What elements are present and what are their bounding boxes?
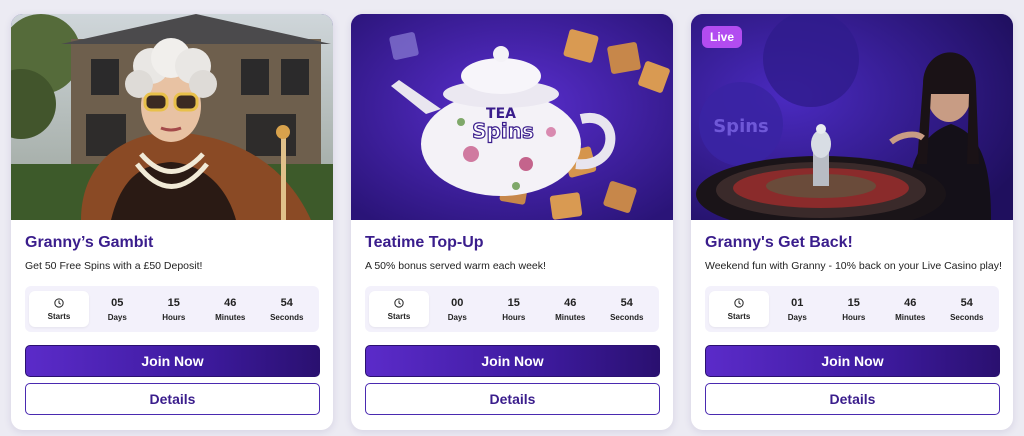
starts-label: Starts <box>387 311 411 321</box>
clock-icon <box>394 297 404 308</box>
days-label: Days <box>447 312 467 322</box>
timer-days: 01 Days <box>769 297 826 322</box>
days-label: Days <box>107 312 127 322</box>
promo-card: Granny’s Gambit Get 50 Free Spins with a… <box>11 14 333 430</box>
timer-seconds: 54 Seconds <box>599 297 656 322</box>
promo-image-granny <box>11 14 333 220</box>
promo-description: A 50% bonus served warm each week! <box>365 260 546 272</box>
live-badge: Live <box>702 26 743 48</box>
promo-title: Granny's Get Back! <box>705 234 853 251</box>
minutes-value: 46 <box>904 296 917 309</box>
starts-box: Starts <box>369 291 429 327</box>
promotions-grid: Granny’s Gambit Get 50 Free Spins with a… <box>0 0 1024 436</box>
minutes-value: 46 <box>564 296 577 309</box>
details-button[interactable]: Details <box>365 383 660 415</box>
hours-label: Hours <box>162 312 186 322</box>
promo-card: Spins Live Granny's Get Back! Weekend fu… <box>691 14 1013 430</box>
timer-seconds: 54 Seconds <box>259 297 316 322</box>
starts-label: Starts <box>47 311 71 321</box>
hours-label: Hours <box>502 312 526 322</box>
starts-box: Starts <box>709 291 769 327</box>
clock-icon <box>734 297 744 308</box>
timer-minutes: 46 Minutes <box>542 297 599 322</box>
days-value: 00 <box>451 296 464 309</box>
countdown-timer: Starts 00 Days 15 Hours 46 Minutes 54 Se… <box>365 286 659 332</box>
promo-title: Granny’s Gambit <box>25 234 154 251</box>
promo-image-teapot: TEA Spins <box>351 14 673 220</box>
promo-title: Teatime Top-Up <box>365 234 484 251</box>
details-button[interactable]: Details <box>705 383 1000 415</box>
timer-hours: 15 Hours <box>146 297 203 322</box>
seconds-value: 54 <box>620 296 633 309</box>
starts-box: Starts <box>29 291 89 327</box>
timer-seconds: 54 Seconds <box>939 297 996 322</box>
seconds-label: Seconds <box>950 312 984 322</box>
timer-minutes: 46 Minutes <box>202 297 259 322</box>
granny-illustration <box>11 14 333 220</box>
hours-label: Hours <box>842 312 866 322</box>
seconds-value: 54 <box>280 296 293 309</box>
starts-label: Starts <box>727 311 751 321</box>
seconds-label: Seconds <box>270 312 304 322</box>
join-now-button[interactable]: Join Now <box>25 345 320 377</box>
promo-image-live-roulette: Spins Live <box>691 14 1013 220</box>
minutes-label: Minutes <box>215 312 246 322</box>
seconds-value: 54 <box>960 296 973 309</box>
days-value: 05 <box>111 296 124 309</box>
promo-card: TEA Spins Teatime Top-Up A 50% bonus ser… <box>351 14 673 430</box>
clock-icon <box>54 297 64 308</box>
hours-value: 15 <box>167 296 180 309</box>
promo-description: Weekend fun with Granny - 10% back on yo… <box>705 260 1002 272</box>
minutes-value: 46 <box>224 296 237 309</box>
timer-minutes: 46 Minutes <box>882 297 939 322</box>
promo-description: Get 50 Free Spins with a £50 Deposit! <box>25 260 203 272</box>
teapot-illustration: TEA Spins <box>351 14 673 220</box>
timer-hours: 15 Hours <box>826 297 883 322</box>
join-now-button[interactable]: Join Now <box>365 345 660 377</box>
days-label: Days <box>787 312 807 322</box>
chip-logo: Spins <box>713 116 769 137</box>
minutes-label: Minutes <box>895 312 926 322</box>
seconds-label: Seconds <box>610 312 644 322</box>
minutes-label: Minutes <box>555 312 586 322</box>
timer-days: 00 Days <box>429 297 486 322</box>
hours-value: 15 <box>847 296 860 309</box>
tea-logo-bottom: Spins <box>472 119 534 143</box>
details-button[interactable]: Details <box>25 383 320 415</box>
join-now-button[interactable]: Join Now <box>705 345 1000 377</box>
hours-value: 15 <box>507 296 520 309</box>
timer-hours: 15 Hours <box>486 297 543 322</box>
timer-days: 05 Days <box>89 297 146 322</box>
days-value: 01 <box>791 296 804 309</box>
countdown-timer: Starts 01 Days 15 Hours 46 Minutes 54 Se… <box>705 286 999 332</box>
countdown-timer: Starts 05 Days 15 Hours 46 Minutes 54 Se… <box>25 286 319 332</box>
